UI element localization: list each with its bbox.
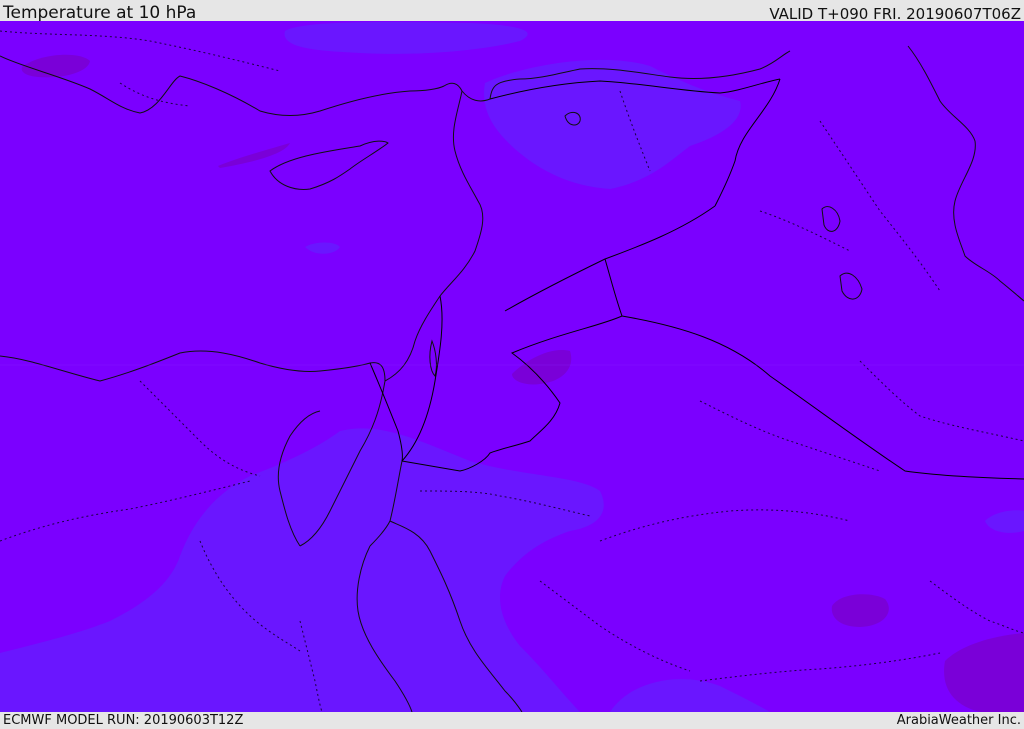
forecast-map-window: Temperature at 10 hPa VALID T+090 FRI. 2… — [0, 0, 1024, 729]
footer-bar: ECMWF MODEL RUN: 20190603T12Z ArabiaWeat… — [0, 712, 1024, 729]
temperature-map — [0, 21, 1024, 712]
map-title: Temperature at 10 hPa — [3, 3, 197, 23]
map-canvas — [0, 21, 1024, 712]
model-run-label: ECMWF MODEL RUN: 20190603T12Z — [3, 713, 244, 728]
header-bar: Temperature at 10 hPa VALID T+090 FRI. 2… — [0, 0, 1024, 23]
credit-label: ArabiaWeather Inc. — [896, 713, 1021, 728]
